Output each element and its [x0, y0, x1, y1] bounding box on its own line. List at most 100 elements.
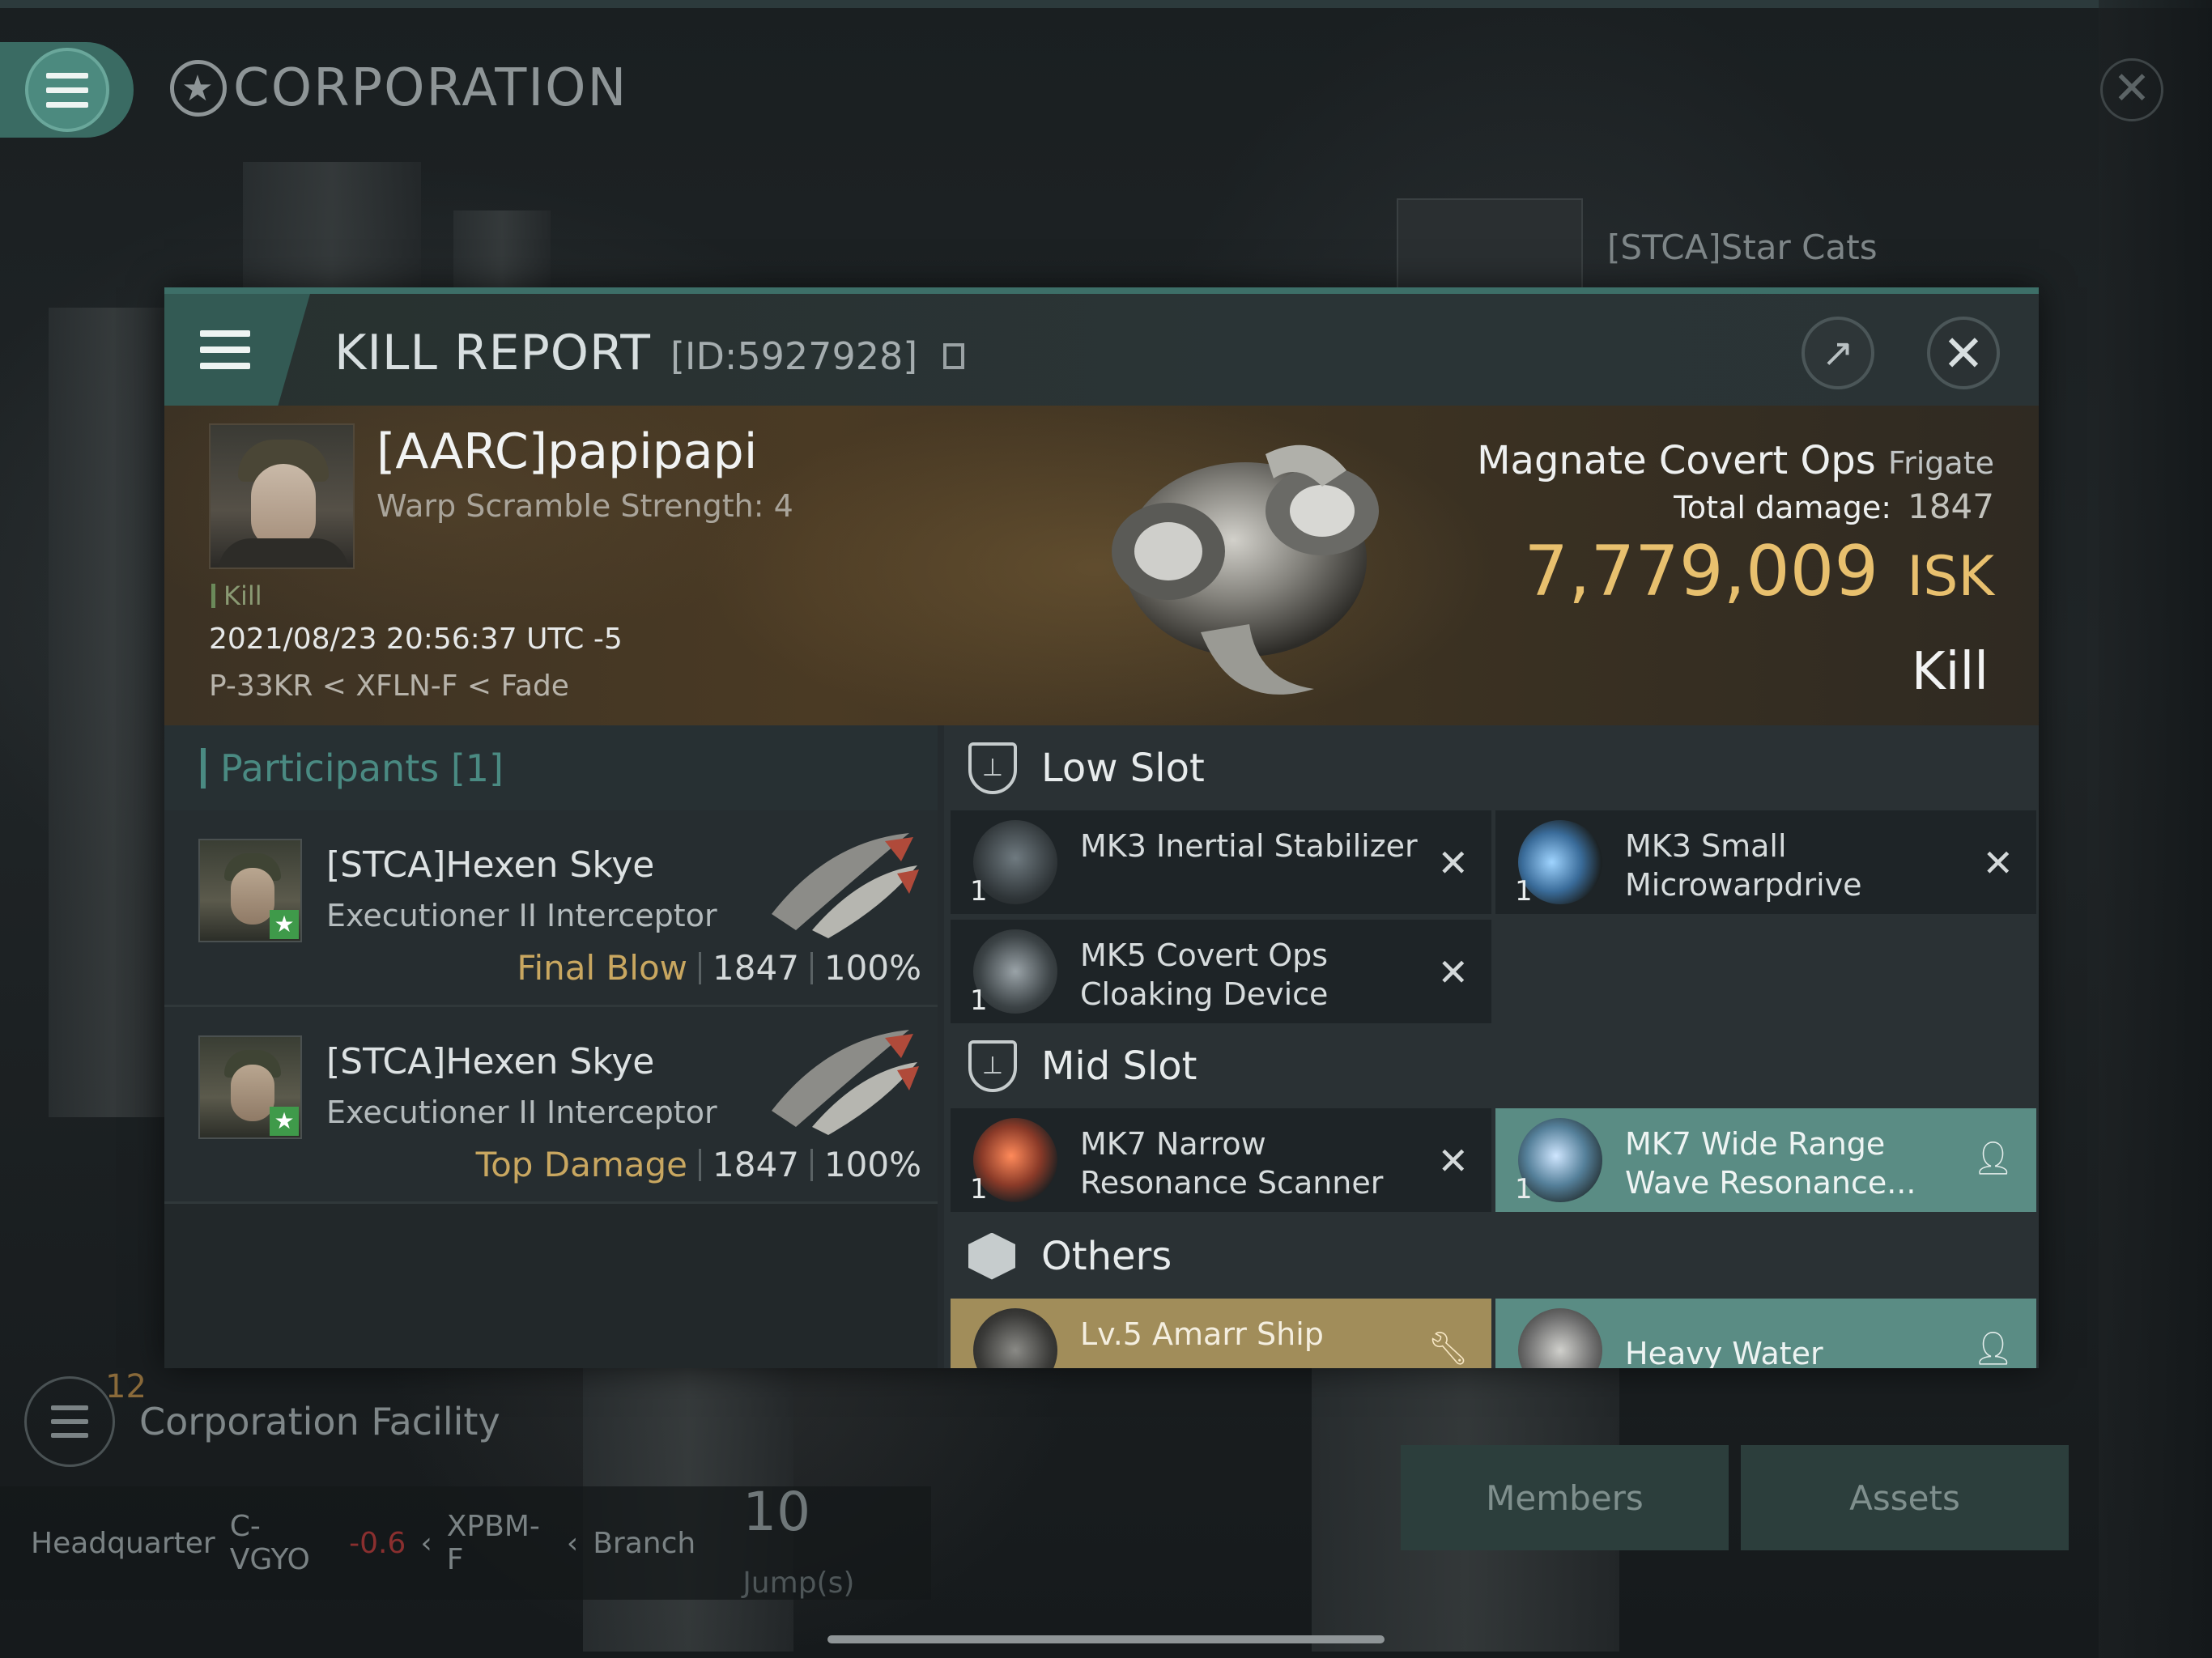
- facility-count: 12: [105, 1368, 147, 1405]
- fitting-panel: ⊥ Low Slot 1 MK3 Inertial Stabilizer ✕ 1…: [944, 725, 2039, 1368]
- kill-datetime: 2021/08/23 20:56:37 UTC -5: [209, 623, 623, 656]
- hq-system: C-VGYO: [229, 1510, 310, 1576]
- participant-avatar: ★: [198, 839, 302, 942]
- kill-location[interactable]: P-33KR < XFLN-F < Fade: [209, 670, 569, 703]
- participants-header[interactable]: Participants [1]: [164, 725, 938, 810]
- participant-avatar: ★: [198, 1035, 302, 1139]
- chevron-left-icon: ‹: [566, 1526, 579, 1560]
- modal-header: KILL REPORT [ID:5927928] ↗ ✕: [164, 294, 2039, 406]
- screen-title: ★ CORPORATION: [170, 58, 627, 118]
- corporation-facility[interactable]: 12 Corporation Facility: [24, 1368, 500, 1467]
- external-link-icon: ↗: [1821, 330, 1855, 376]
- kill-report-modal: KILL REPORT [ID:5927928] ↗ ✕ [AARC]papip…: [164, 287, 2039, 1368]
- facility-icon: [24, 1376, 115, 1467]
- victim-ship-image[interactable]: [1079, 422, 1419, 721]
- participant-name: [STCA]Hexen Skye: [326, 844, 655, 886]
- headquarter-bar[interactable]: Headquarter C-VGYO -0.6 ‹ XPBM-F ‹ Branc…: [0, 1481, 931, 1600]
- participant-ship-image: [772, 833, 919, 938]
- module-name: MK3 Inertial Stabilizer: [1080, 828, 1418, 864]
- chevron-left-icon: ‹: [420, 1526, 432, 1560]
- destroyed-x-icon: ✕: [1437, 1139, 1469, 1183]
- person-icon: 👤︎: [1972, 1140, 2014, 1177]
- participant-damage: 1847: [713, 1145, 799, 1184]
- participants-panel: Participants [1] ★ [STCA]Hexen Skye Exec…: [164, 725, 938, 1368]
- participant-ship: Executioner II Interceptor: [326, 1095, 717, 1130]
- participant-stats: Top Damage 1847 100%: [476, 1145, 921, 1184]
- close-button[interactable]: ✕: [1927, 317, 2000, 389]
- kill-id: [ID:5927928]: [670, 334, 918, 378]
- module-item[interactable]: 1 MK5 Covert Ops Cloaking Device ✕: [951, 920, 1491, 1023]
- ship-name[interactable]: Magnate Covert Ops Frigate: [1477, 438, 1994, 483]
- participant-ship-image: [772, 1030, 919, 1135]
- module-item[interactable]: 1 MK3 Inertial Stabilizer ✕: [951, 810, 1491, 914]
- hq-route-branch: Branch: [593, 1526, 696, 1560]
- star-badge-icon: ★: [270, 1107, 299, 1136]
- module-name: MK3 Small Microwarpdrive: [1625, 828, 1862, 903]
- participant-name: [STCA]Hexen Skye: [326, 1041, 655, 1082]
- top-strip: [0, 0, 2212, 8]
- modal-title: KILL REPORT [ID:5927928]: [334, 325, 965, 381]
- hamburger-icon: [200, 330, 250, 369]
- hq-security: -0.6: [349, 1526, 406, 1560]
- module-name: MK7 Narrow Resonance Scanner: [1080, 1126, 1384, 1201]
- hq-route-next: XPBM-F: [446, 1510, 540, 1576]
- module-item[interactable]: 1 MK3 Small Microwarpdrive ✕: [1495, 810, 2036, 914]
- close-icon: ✕: [1942, 323, 1984, 383]
- module-item[interactable]: 1 MK7 Wide Range Wave Resonance... 👤︎: [1495, 1108, 2036, 1212]
- wrench-icon: 🔧︎: [1427, 1330, 1469, 1367]
- ship-class: Frigate: [1888, 445, 1994, 481]
- cargo-item[interactable]: Lv.5 Amarr Ship 🔧︎: [951, 1299, 1491, 1368]
- victim-name[interactable]: [AARC]papipapi: [376, 423, 757, 480]
- tab-assets[interactable]: Assets: [1741, 1445, 2069, 1550]
- star-badge-icon: ★: [270, 910, 299, 939]
- home-indicator[interactable]: [827, 1635, 1385, 1643]
- victim-subtitle: Warp Scramble Strength: 4: [376, 488, 793, 524]
- shield-slot-icon: ⊥: [968, 742, 1017, 794]
- module-qty: 1: [1515, 875, 1533, 908]
- modal-title-text: KILL REPORT: [334, 325, 651, 381]
- cargo-name: Heavy Water: [1625, 1336, 1823, 1368]
- low-slot-header: ⊥ Low Slot: [944, 725, 2039, 810]
- main-menu-button[interactable]: [0, 42, 134, 138]
- module-qty: 1: [1515, 1173, 1533, 1205]
- others-header: Others: [944, 1214, 2039, 1299]
- participant-percent: 100%: [823, 1145, 921, 1184]
- participant-role: Top Damage: [475, 1145, 688, 1184]
- alliance-logo: [1397, 198, 1583, 295]
- blueprint-icon: [973, 1308, 1057, 1368]
- share-button[interactable]: ↗: [1802, 317, 1874, 389]
- participant-ship: Executioner II Interceptor: [326, 898, 717, 933]
- module-qty: 1: [970, 875, 988, 908]
- isk-value: 7,779,009 ISK: [1524, 531, 1994, 612]
- alliance-entry[interactable]: [STCA]Star Cats: [1397, 198, 1878, 295]
- modal-menu-button[interactable]: [164, 294, 310, 406]
- total-damage: Total damage: 1847: [1674, 487, 1994, 526]
- screen-title-text: CORPORATION: [233, 58, 628, 118]
- module-item[interactable]: 1 MK7 Narrow Resonance Scanner ✕: [951, 1108, 1491, 1212]
- close-icon[interactable]: ✕: [2100, 58, 2163, 121]
- participant-row[interactable]: ★ [STCA]Hexen Skye Executioner II Interc…: [164, 1007, 938, 1204]
- destroyed-x-icon: ✕: [1437, 950, 1469, 994]
- copy-icon[interactable]: [943, 343, 965, 369]
- participant-damage: 1847: [713, 948, 799, 988]
- tab-members[interactable]: Members: [1401, 1445, 1729, 1550]
- module-name: MK7 Wide Range Wave Resonance...: [1625, 1126, 1916, 1201]
- cargo-box-icon: [968, 1232, 1015, 1280]
- victim-portrait[interactable]: [209, 423, 355, 569]
- heavy-water-icon: [1518, 1308, 1602, 1368]
- cargo-item[interactable]: Heavy Water 👤︎: [1495, 1299, 2036, 1368]
- cargo-name: Lv.5 Amarr Ship: [1080, 1316, 1324, 1352]
- person-icon: 👤︎: [1972, 1330, 2014, 1367]
- kill-result: Kill: [1911, 642, 1989, 702]
- victim-summary: [AARC]papipapi Warp Scramble Strength: 4…: [164, 406, 2039, 725]
- shield-slot-icon: ⊥: [968, 1039, 1017, 1092]
- right-rail: [2099, 0, 2212, 1658]
- corporation-star-icon: ★: [170, 60, 227, 117]
- facility-label: Corporation Facility: [139, 1400, 500, 1443]
- destroyed-x-icon: ✕: [1982, 841, 2014, 885]
- hq-label: Headquarter: [31, 1526, 215, 1560]
- participant-stats: Final Blow 1847 100%: [517, 948, 921, 988]
- participant-row[interactable]: ★ [STCA]Hexen Skye Executioner II Interc…: [164, 810, 938, 1007]
- module-name: MK5 Covert Ops Cloaking Device: [1080, 937, 1329, 1012]
- participant-percent: 100%: [823, 948, 921, 988]
